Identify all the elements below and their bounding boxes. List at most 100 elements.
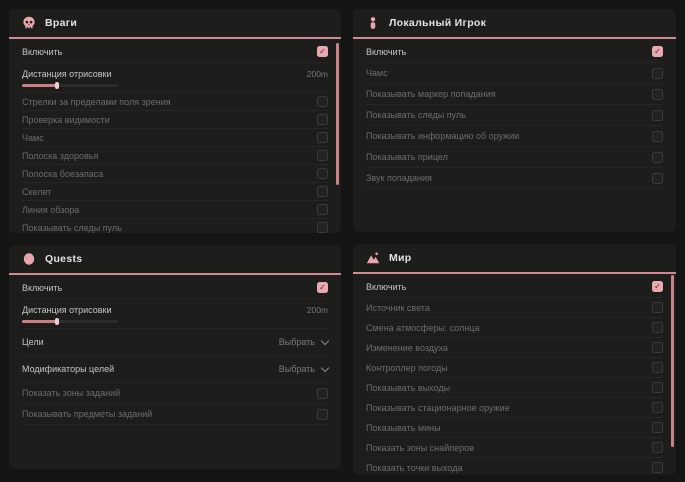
checkbox[interactable] [317,409,328,420]
setting-row-select[interactable]: Цели Выбрать [22,329,328,356]
checkbox[interactable]: ✓ [317,46,328,57]
setting-label: Контроллер погоды [366,363,448,373]
slider-fill [22,320,57,323]
setting-row-checkbox[interactable]: Полоска боезапаса [22,165,328,183]
setting-label: Источник света [366,303,430,313]
dropdown[interactable]: Выбрать [279,364,328,374]
setting-row-slider[interactable]: Дистанция отрисовки200m [22,63,328,93]
checkbox[interactable]: ✓ [317,282,328,293]
scrollbar-thumb[interactable] [671,275,674,447]
chevron-down-icon [321,336,329,344]
setting-row-checkbox[interactable]: Показать точки выхода [366,458,663,476]
setting-row-checkbox[interactable]: Включить✓ [366,41,663,63]
panel-title: Локальный Игрок [389,17,486,29]
chevron-down-icon [321,363,329,371]
dropdown[interactable]: Выбрать [279,337,328,347]
checkbox[interactable] [652,89,663,100]
checkbox[interactable] [317,388,328,399]
dropdown-value: Выбрать [279,364,315,374]
checkbox[interactable] [317,222,328,233]
slider-track[interactable] [22,320,118,323]
checkbox[interactable] [317,150,328,161]
panel-enemies-header: Враги [9,9,341,39]
setting-label: Чамс [366,68,388,78]
setting-row-checkbox[interactable]: Звук попадания [366,168,663,189]
setting-row-checkbox[interactable]: Показывать предметы заданий [22,404,328,425]
setting-row-checkbox[interactable]: Показывать стационарное оружие [366,398,663,418]
panel-title: Quests [45,253,82,265]
setting-label: Модификаторы целей [22,364,114,374]
setting-row-checkbox[interactable]: Включить ✓ [22,277,328,299]
setting-row-checkbox[interactable]: Линия обзора [22,201,328,219]
setting-label: Включить [22,283,62,293]
slider-handle[interactable] [55,318,59,325]
setting-row-checkbox[interactable]: Скелет [22,183,328,201]
setting-row-checkbox[interactable]: Источник света [366,298,663,318]
setting-row-checkbox[interactable]: Показывать информацию об оружии [366,126,663,147]
checkbox[interactable] [652,322,663,333]
panel-world-header: Мир [353,244,676,274]
setting-label: Дистанция отрисовки [22,69,112,79]
setting-row-checkbox[interactable]: Полоска здоровья [22,147,328,165]
panel-quests-rows: Включить ✓ Дистанция отрисовки200m Цели Выбр… [9,275,341,425]
checkbox[interactable] [652,462,663,473]
setting-row-checkbox[interactable]: Показывать мины [366,418,663,438]
setting-row-checkbox[interactable]: Показывать прицел [366,147,663,168]
setting-row-checkbox[interactable]: Показывать маркер попадания [366,84,663,105]
setting-label: Дистанция отрисовки [22,305,112,315]
checkbox[interactable] [317,204,328,215]
setting-row-checkbox[interactable]: Показать зоны снайперов [366,438,663,458]
setting-row-checkbox[interactable]: Показывать выходы [366,378,663,398]
setting-row-checkbox[interactable]: Стрелки за пределами поля зрения [22,93,328,111]
setting-label: Показывать маркер попадания [366,89,496,99]
setting-label: Цели [22,337,44,347]
slider-handle[interactable] [55,82,59,89]
slider-row-head: Дистанция отрисовки200m [22,66,328,81]
checkbox[interactable] [652,402,663,413]
setting-row-checkbox[interactable]: Чамс [366,63,663,84]
panel-local-player-header: Локальный Игрок [353,9,676,39]
panel-local-player: Локальный Игрок Включить✓ Чамс Показывать … [352,8,677,233]
setting-row-checkbox[interactable]: Включить✓ [22,41,328,63]
slider-track[interactable] [22,84,118,87]
checkbox[interactable] [317,132,328,143]
checkbox[interactable] [652,152,663,163]
setting-row-checkbox[interactable]: Смена атмосферы: солнца [366,318,663,338]
setting-label: Показывать стационарное оружие [366,403,510,413]
setting-row-checkbox[interactable]: Проверка видимости [22,111,328,129]
setting-row-checkbox[interactable]: Показать зоны заданий [22,383,328,404]
checkbox[interactable] [652,302,663,313]
checkbox[interactable] [652,362,663,373]
setting-row-checkbox[interactable]: Контроллер погоды [366,358,663,378]
setting-label: Полоска здоровья [22,151,98,161]
setting-row-checkbox[interactable]: Показывать следы пуль [366,105,663,126]
setting-row-checkbox[interactable]: Чамс [22,129,328,147]
checkbox[interactable] [652,173,663,184]
setting-label: Показывать выходы [366,383,450,393]
setting-row-checkbox[interactable]: Включить✓ [366,276,663,298]
setting-row-checkbox[interactable]: Изменение воздуха [366,338,663,358]
checkbox[interactable] [652,422,663,433]
checkbox[interactable] [317,168,328,179]
checkbox[interactable] [652,68,663,79]
checkbox[interactable] [652,342,663,353]
setting-label: Показывать мины [366,423,441,433]
setting-row-checkbox[interactable]: Показывать следы пуль [22,219,328,234]
checkbox[interactable] [652,110,663,121]
checkbox[interactable]: ✓ [652,281,663,292]
checkbox[interactable] [652,131,663,142]
checkbox[interactable] [317,186,328,197]
panel-title: Мир [389,252,412,264]
checkbox[interactable] [317,114,328,125]
setting-label: Смена атмосферы: солнца [366,323,479,333]
checkbox[interactable] [652,442,663,453]
skull-icon [22,16,36,30]
scrollbar-thumb[interactable] [336,43,339,185]
setting-row-slider[interactable]: Дистанция отрисовки200m [22,299,328,329]
setting-row-select[interactable]: Модификаторы целей Выбрать [22,356,328,383]
setting-label: Стрелки за пределами поля зрения [22,97,171,107]
checkbox[interactable] [652,382,663,393]
left-column: Враги Включить ✓ Дистанция отрисовки200m Ст… [8,8,342,476]
checkbox[interactable] [317,96,328,107]
checkbox[interactable]: ✓ [652,46,663,57]
